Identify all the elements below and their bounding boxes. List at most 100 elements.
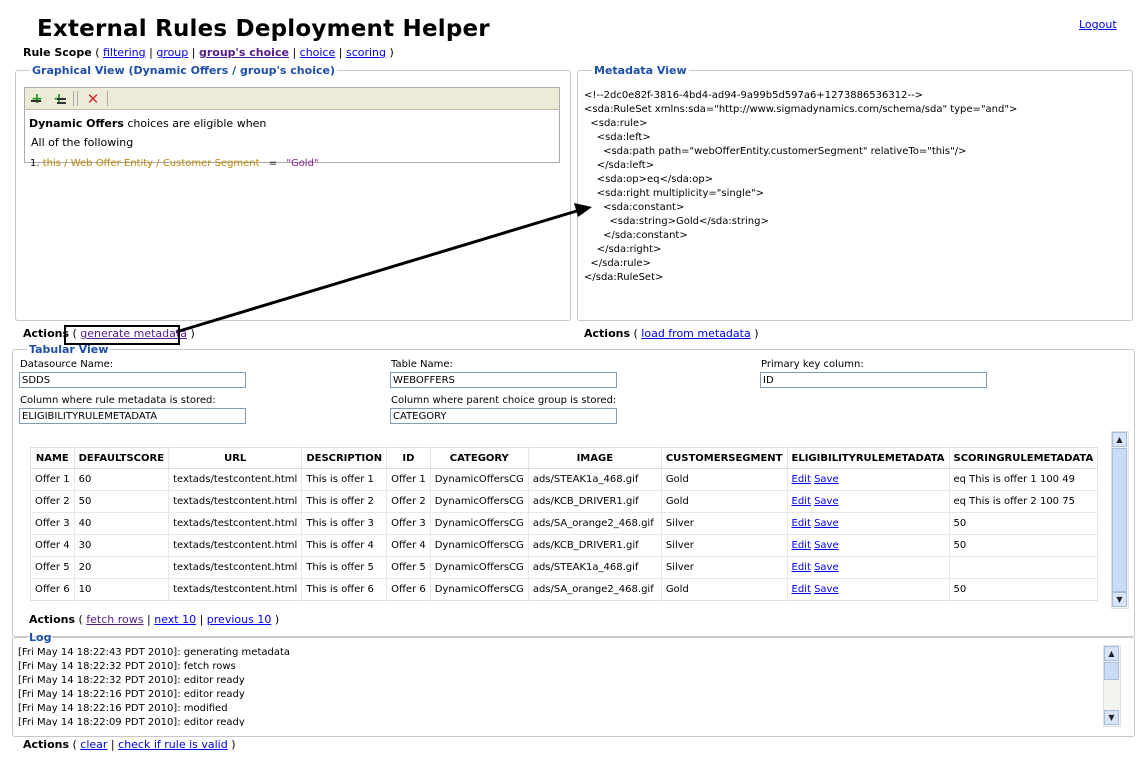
eligibility-cell: Edit Save [787,578,950,601]
scroll-up-icon[interactable]: ▲ [1112,432,1127,447]
actions-label: Actions [23,327,69,340]
scroll-down-icon[interactable]: ▼ [1112,592,1127,607]
log-line: [Fri May 14 18:22:32 PDT 2010]: editor r… [18,675,245,686]
table-cell: Silver [661,534,788,557]
condition-value[interactable]: "Gold" [286,158,318,169]
scope-choice-link[interactable]: choice [300,46,336,59]
table-row[interactable]: Offer 3 40 textads/testcontent.html This is… [30,512,1099,535]
metadata-view-legend: Metadata View [594,64,687,77]
condition-path[interactable]: this / Web Offer Entity / Customer Segme… [43,158,260,169]
col-image[interactable]: IMAGE [528,447,662,469]
table-row[interactable]: Offer 2 50 textads/testcontent.html This is… [30,490,1099,513]
rule-column-label: Column where rule metadata is stored: [20,395,216,406]
log-line: [Fri May 14 18:22:16 PDT 2010]: editor r… [18,689,245,700]
rule-entity-name: Dynamic Offers [29,117,124,130]
rule-editor: + + ✕ Dynamic Offers choices are eligibl… [24,87,560,163]
datasource-input[interactable]: SDDS [19,372,246,388]
add-condition-icon[interactable]: + [29,91,45,107]
table-cell: 50 [949,578,1099,601]
table-row[interactable]: Offer 6 10 textads/testcontent.html This is… [30,578,1099,601]
edit-link[interactable]: Edit [792,496,811,507]
table-row[interactable]: Offer 5 20 textads/testcontent.html This is… [30,556,1099,579]
table-name-input[interactable]: WEBOFFERS [390,372,617,388]
previous-10-link[interactable]: previous 10 [207,613,272,626]
log-output[interactable]: [Fri May 14 18:22:43 PDT 2010]: generati… [18,646,1098,726]
logout-link[interactable]: Logout [1079,18,1117,31]
load-from-metadata-link[interactable]: load from metadata [641,327,750,340]
scope-filtering-link[interactable]: filtering [103,46,146,59]
table-cell: Offer 1 [30,468,75,491]
table-cell: DynamicOffersCG [430,534,529,557]
table-scrollbar[interactable]: ▲ ▼ [1111,431,1129,609]
save-link[interactable]: Save [814,562,839,573]
col-scoringrulemetadata[interactable]: SCORINGRULEMETADATA [949,447,1099,469]
table-cell: ads/STEAK1a_468.gif [528,556,662,579]
rule-all-following[interactable]: All of the following [31,136,133,149]
save-link[interactable]: Save [814,474,839,485]
table-cell: Gold [661,578,788,601]
offers-table: NAME DEFAULTSCORE URL DESCRIPTION ID CAT… [30,447,1099,601]
save-link[interactable]: Save [814,496,839,507]
log-scrollbar[interactable]: ▲ ▼ [1103,645,1121,727]
save-link[interactable]: Save [814,518,839,529]
rule-scope-label: Rule Scope [23,46,92,59]
parent-column-label: Column where parent choice group is stor… [391,395,617,406]
delete-icon[interactable]: ✕ [85,91,101,107]
table-cell: DynamicOffersCG [430,578,529,601]
rule-condition[interactable]: 1. this / Web Offer Entity / Customer Se… [30,158,319,169]
eligibility-cell: Edit Save [787,490,950,513]
log-line: [Fri May 14 18:22:32 PDT 2010]: fetch ro… [18,661,236,672]
table-cell: 60 [74,468,170,491]
col-name[interactable]: NAME [30,447,75,469]
eligibility-cell: Edit Save [787,556,950,579]
edit-link[interactable]: Edit [792,562,811,573]
edit-link[interactable]: Edit [792,584,811,595]
col-eligibilityrulemetadata[interactable]: ELIGIBILITYRULEMETADATA [787,447,950,469]
save-link[interactable]: Save [814,540,839,551]
clear-link[interactable]: clear [80,738,107,751]
scroll-thumb[interactable] [1104,662,1119,680]
check-rule-valid-link[interactable]: check if rule is valid [118,738,228,751]
scope-group-link[interactable]: group [156,46,188,59]
page-title: External Rules Deployment Helper [37,16,490,42]
table-cell: 30 [74,534,170,557]
next-10-link[interactable]: next 10 [154,613,196,626]
rule-column-input[interactable]: ELIGIBILITYRULEMETADATA [19,408,246,424]
edit-link[interactable]: Edit [792,474,811,485]
table-row[interactable]: Offer 1 60 textads/testcontent.html This is… [30,468,1099,491]
add-group-icon[interactable]: + [51,91,67,107]
edit-link[interactable]: Edit [792,518,811,529]
table-cell: Offer 3 [386,512,431,535]
log-line: [Fri May 14 18:22:16 PDT 2010]: modified [18,703,228,714]
scope-scoring-link[interactable]: scoring [346,46,386,59]
table-cell: This is offer 2 [301,490,388,513]
scroll-thumb[interactable] [1112,448,1127,592]
col-category[interactable]: CATEGORY [430,447,529,469]
metadata-xml[interactable]: <!--2dc0e82f-3816-4bd4-ad94-9a99b5d597a6… [584,89,1017,285]
table-cell: This is offer 5 [301,556,388,579]
edit-link[interactable]: Edit [792,540,811,551]
scope-groups-choice-link[interactable]: group's choice [199,46,289,59]
table-cell [949,556,1099,579]
parent-column-input[interactable]: CATEGORY [390,408,617,424]
table-cell: DynamicOffersCG [430,512,529,535]
condition-operator[interactable]: = [269,158,277,169]
fetch-rows-link[interactable]: fetch rows [86,613,143,626]
table-cell: eq This is offer 1 100 49 [949,468,1099,491]
col-defaultscore[interactable]: DEFAULTSCORE [74,447,170,469]
table-row[interactable]: Offer 4 30 textads/testcontent.html This is… [30,534,1099,557]
table-cell: Offer 2 [386,490,431,513]
col-url[interactable]: URL [168,447,303,469]
scroll-down-icon[interactable]: ▼ [1104,710,1119,725]
scroll-up-icon[interactable]: ▲ [1104,646,1119,661]
table-cell: textads/testcontent.html [168,490,303,513]
table-cell: Gold [661,490,788,513]
col-description[interactable]: DESCRIPTION [301,447,388,469]
col-customersegment[interactable]: CUSTOMERSEGMENT [661,447,788,469]
metadata-actions: Actions ( load from metadata ) [584,327,759,340]
save-link[interactable]: Save [814,584,839,595]
table-cell: 50 [949,534,1099,557]
table-cell: ads/SA_orange2_468.gif [528,578,662,601]
primary-key-input[interactable]: ID [760,372,987,388]
col-id[interactable]: ID [386,447,431,469]
